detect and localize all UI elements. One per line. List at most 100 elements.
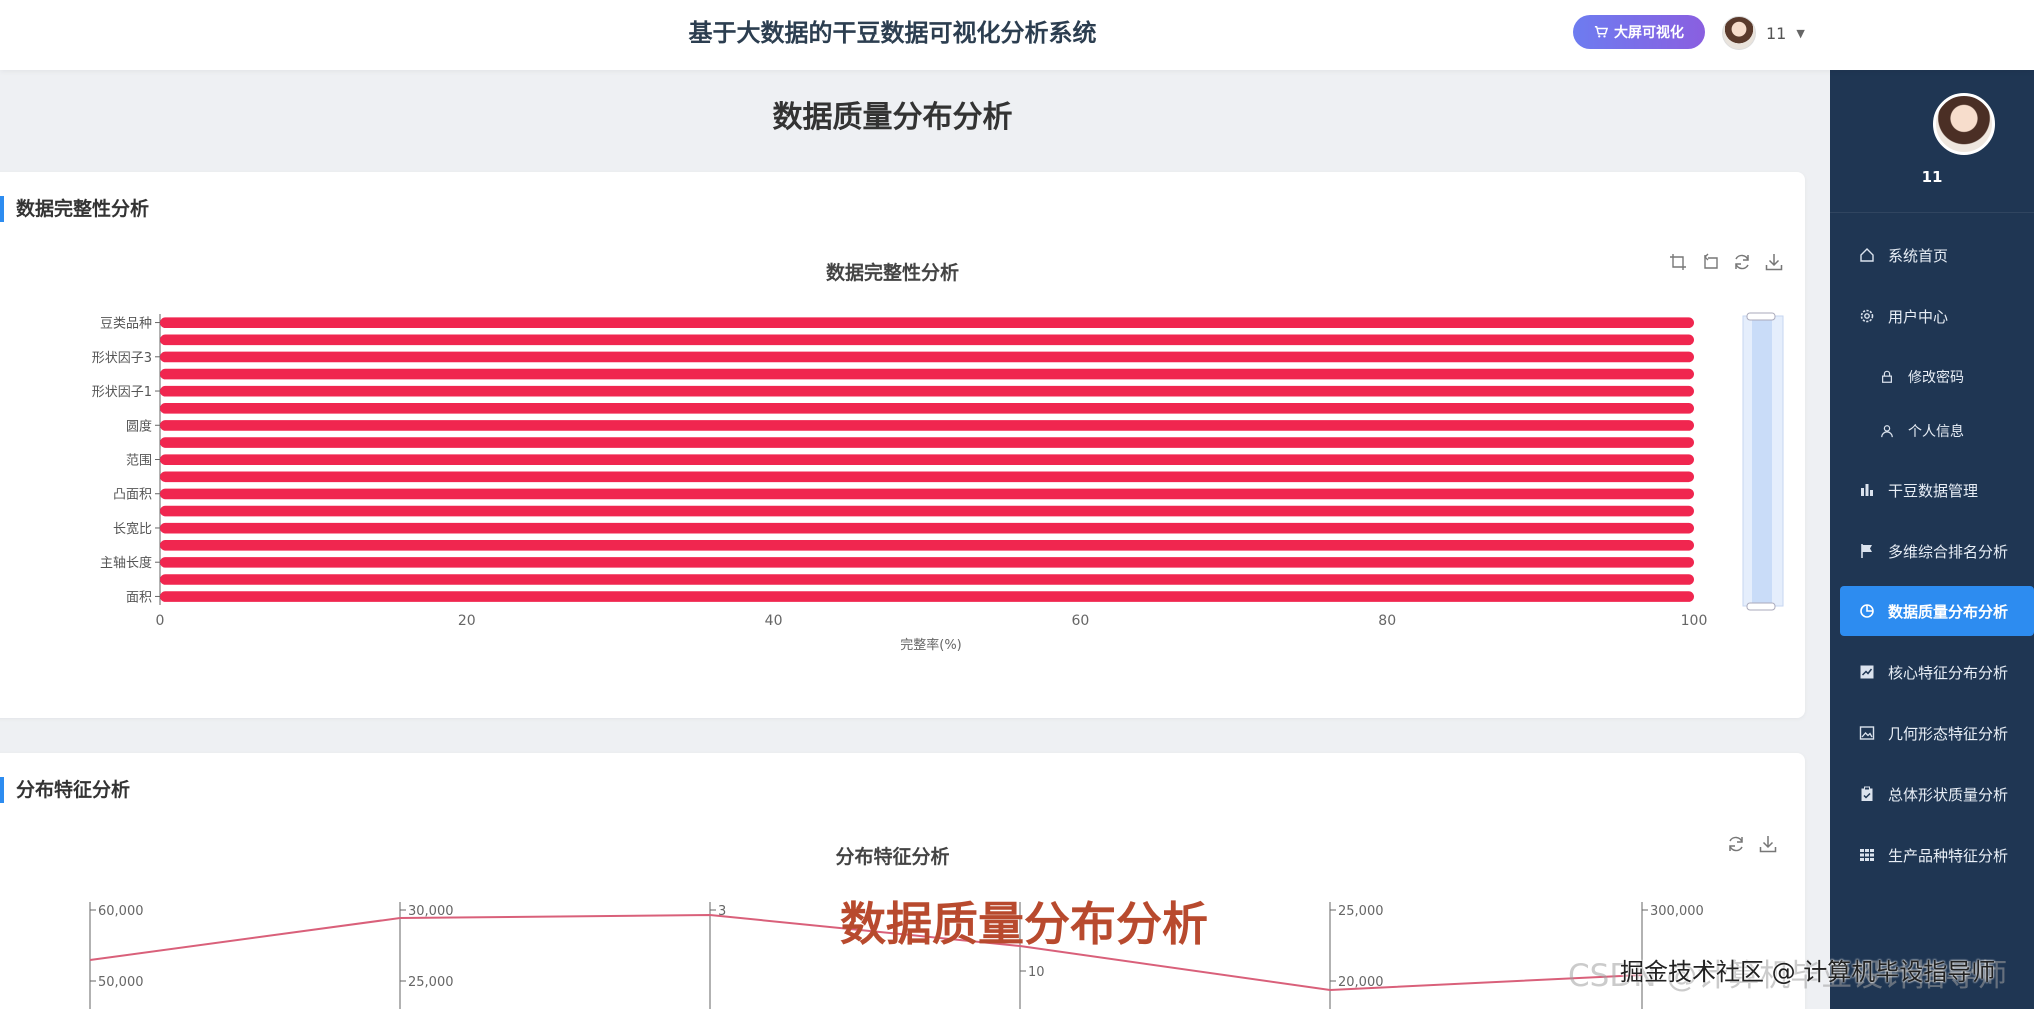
watermark-front: 掘金技术社区 @ 计算机毕设指导师 xyxy=(1620,958,1996,986)
big-screen-button[interactable]: 大屏可视化 xyxy=(1573,15,1705,49)
sidebar-item-personal-info[interactable]: 个人信息 xyxy=(1840,406,2034,456)
bar xyxy=(160,454,1694,465)
download-icon[interactable] xyxy=(1758,834,1778,854)
bar xyxy=(160,471,1694,483)
bar-chart-icon xyxy=(1858,481,1876,499)
bar xyxy=(160,403,1694,414)
axis-tick-label: 10 xyxy=(1028,965,1045,980)
bar xyxy=(160,591,1694,602)
datazoom-window xyxy=(1752,316,1772,606)
bar xyxy=(160,505,1694,517)
bar xyxy=(160,437,1694,448)
sidebar-item-label: 生产品种特征分析 xyxy=(1888,846,2009,865)
sidebar-item-bean-data[interactable]: 干豆数据管理 xyxy=(1840,465,2034,515)
sidebar-item-change-password[interactable]: 修改密码 xyxy=(1840,352,2034,402)
sidebar-item-label: 总体形状质量分析 xyxy=(1888,785,2009,804)
zoom-reset-icon[interactable] xyxy=(1700,252,1720,272)
y-tick-label: 形状因子1 xyxy=(92,385,152,400)
sidebar-divider xyxy=(1830,212,2034,213)
section-title: 数据完整性分析 xyxy=(0,196,149,222)
system-title: 基于大数据的干豆数据可视化分析系统 xyxy=(688,19,1097,47)
x-tick-label: 60 xyxy=(1071,613,1089,629)
gear-icon xyxy=(1858,307,1876,325)
sidebar-user-name: 11 xyxy=(1921,168,1943,186)
sidebar-item-label: 多维综合排名分析 xyxy=(1888,542,2009,561)
pie-chart-icon xyxy=(1858,602,1876,620)
video-caption: 数据质量分布分析 xyxy=(840,897,1208,951)
refresh-icon[interactable] xyxy=(1732,252,1752,272)
sidebar-item-label: 核心特征分布分析 xyxy=(1888,663,2009,682)
bar xyxy=(160,351,1694,363)
x-tick-label: 40 xyxy=(765,613,783,629)
bar xyxy=(160,522,1694,534)
chart-title: 数据完整性分析 xyxy=(825,262,959,284)
bar xyxy=(160,420,1694,431)
sidebar-item-variety[interactable]: 生产品种特征分析 xyxy=(1840,830,2034,880)
avatar xyxy=(1722,16,1756,50)
y-tick-label: 豆类品种 xyxy=(100,317,152,332)
sidebar-item-label: 几何形态特征分析 xyxy=(1888,724,2009,743)
x-tick-label: 100 xyxy=(1681,613,1708,629)
bar xyxy=(160,334,1694,346)
bar xyxy=(160,317,1694,329)
bar xyxy=(160,385,1694,397)
sidebar-item-label: 数据质量分布分析 xyxy=(1888,602,2009,621)
y-tick-label: 范围 xyxy=(126,454,152,469)
chart-title: 分布特征分析 xyxy=(835,846,950,868)
user-icon xyxy=(1878,422,1896,440)
sidebar-item-core-feature[interactable]: 核心特征分布分析 xyxy=(1840,647,2034,697)
sidebar-item-data-quality[interactable]: 数据质量分布分析 xyxy=(1840,586,2034,636)
sidebar-item-geometry[interactable]: 几何形态特征分析 xyxy=(1840,708,2034,758)
axis-tick-label: 25,000 xyxy=(1338,904,1384,919)
x-tick-label: 0 xyxy=(156,613,165,629)
user-dropdown[interactable]: 11 ▼ xyxy=(1722,13,1805,53)
flag-icon xyxy=(1858,542,1876,560)
section-title: 分布特征分析 xyxy=(0,777,130,803)
bar xyxy=(160,539,1694,551)
axis-tick-label: 25,000 xyxy=(408,975,454,990)
bar xyxy=(160,368,1694,380)
sidebar-avatar xyxy=(1933,93,1995,155)
cart-icon xyxy=(1594,26,1608,38)
download-icon[interactable] xyxy=(1764,252,1784,272)
x-axis-label: 完整率(%) xyxy=(900,637,962,653)
y-tick-label: 形状因子3 xyxy=(92,351,152,366)
chart-toolbox xyxy=(1726,834,1778,854)
y-tick-label: 圆度 xyxy=(126,418,152,434)
sidebar-item-user-center[interactable]: 用户中心 xyxy=(1840,291,2034,341)
lock-icon xyxy=(1878,368,1896,386)
image-icon xyxy=(1858,724,1876,742)
sidebar-item-label: 用户中心 xyxy=(1888,307,1949,326)
zoom-select-icon[interactable] xyxy=(1668,252,1688,272)
sidebar-item-shape-quality[interactable]: 总体形状质量分析 xyxy=(1840,769,2034,819)
y-tick-label: 面积 xyxy=(126,590,152,605)
chevron-down-icon: ▼ xyxy=(1796,26,1805,40)
clipboard-icon xyxy=(1858,785,1876,803)
y-tick-label: 长宽比 xyxy=(113,521,152,537)
top-header: 基于大数据的干豆数据可视化分析系统 大屏可视化 11 ▼ xyxy=(0,0,2034,70)
sidebar-item-label: 干豆数据管理 xyxy=(1888,481,1979,500)
trend-icon xyxy=(1858,663,1876,681)
bar xyxy=(160,557,1694,568)
sidebar-item-home[interactable]: 系统首页 xyxy=(1840,230,2034,280)
chart-toolbox xyxy=(1668,252,1784,272)
y-tick-label: 主轴长度 xyxy=(100,555,152,571)
sidebar-item-ranking[interactable]: 多维综合排名分析 xyxy=(1840,526,2034,576)
refresh-icon[interactable] xyxy=(1726,834,1746,854)
grid-icon xyxy=(1858,846,1876,864)
big-screen-label: 大屏可视化 xyxy=(1614,25,1684,41)
datazoom-handle-bottom xyxy=(1746,602,1776,611)
y-tick-label: 凸面积 xyxy=(113,488,152,503)
bar xyxy=(160,574,1694,585)
page-title: 数据质量分布分析 xyxy=(772,100,1013,135)
axis-tick-label: 50,000 xyxy=(98,975,144,990)
home-icon xyxy=(1858,246,1876,264)
bar xyxy=(160,488,1694,500)
x-tick-label: 20 xyxy=(458,613,476,629)
sidebar-item-label: 修改密码 xyxy=(1908,370,1964,386)
axis-tick-label: 300,000 xyxy=(1650,904,1704,919)
sidebar-item-label: 个人信息 xyxy=(1908,424,1964,440)
axis-tick-label: 60,000 xyxy=(98,904,144,919)
x-tick-label: 80 xyxy=(1378,613,1396,629)
header-user-name: 11 xyxy=(1766,23,1787,43)
